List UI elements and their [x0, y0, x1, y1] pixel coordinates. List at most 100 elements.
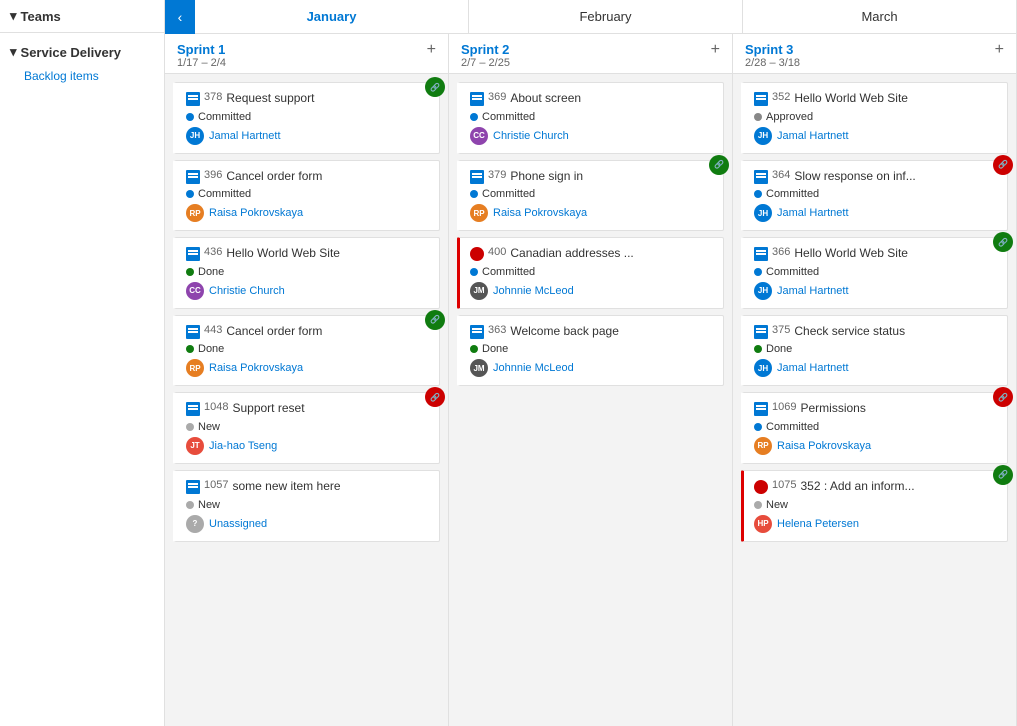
- avatar: RP: [186, 359, 204, 377]
- item-title: Slow response on inf...: [794, 169, 997, 185]
- item-title: Permissions: [800, 401, 997, 417]
- assignee-name: Unassigned: [209, 518, 267, 530]
- avatar: JT: [186, 437, 204, 455]
- story-icon: [186, 402, 200, 416]
- sprint-col-2: Sprint 22/7 – 2/25+ 369About screenCommit…: [449, 34, 733, 726]
- month-march[interactable]: March: [743, 0, 1017, 33]
- sprint-items-3: 352Hello World Web SiteApprovedJHJamal H…: [733, 74, 1016, 726]
- status-text: Committed: [766, 421, 819, 433]
- service-delivery-header[interactable]: ▾ Service Delivery: [0, 39, 164, 65]
- story-icon: [754, 247, 768, 261]
- sidebar: ▾ Teams ▾ Service Delivery Backlog items: [0, 0, 165, 726]
- item-id: 369: [488, 91, 506, 103]
- avatar: JH: [186, 127, 204, 145]
- work-item-card[interactable]: 375Check service statusDoneJHJamal Hartn…: [741, 315, 1008, 387]
- teams-toggle[interactable]: ▾ Teams: [10, 8, 61, 24]
- link-badge: 🔗: [425, 310, 445, 330]
- month-february[interactable]: February: [469, 0, 743, 33]
- item-id: 1075: [772, 479, 796, 491]
- avatar: JH: [754, 359, 772, 377]
- status-text: Done: [198, 266, 224, 278]
- status-dot: [186, 113, 194, 121]
- sprint-add-button-2[interactable]: +: [711, 42, 720, 58]
- sidebar-item-backlog[interactable]: Backlog items: [0, 65, 164, 87]
- sprint-header-2: Sprint 22/7 – 2/25+: [449, 34, 732, 74]
- chevron-down-icon-section: ▾: [10, 44, 17, 60]
- status-text: New: [198, 421, 220, 433]
- sprint-dates-3: 2/28 – 3/18: [745, 57, 800, 69]
- item-id: 363: [488, 324, 506, 336]
- work-item-card[interactable]: 363Welcome back pageDoneJMJohnnie McLeod: [457, 315, 724, 387]
- work-item-card[interactable]: 352Hello World Web SiteApprovedJHJamal H…: [741, 82, 1008, 154]
- status-dot: [754, 190, 762, 198]
- link-badge: 🔗: [993, 155, 1013, 175]
- work-item-card[interactable]: 🔗1048Support resetNewJTJia-hao Tseng: [173, 392, 440, 464]
- status-text: Committed: [766, 266, 819, 278]
- assignee-name: Raisa Pokrovskaya: [777, 440, 871, 452]
- sprint-dates-1: 1/17 – 2/4: [177, 57, 226, 69]
- item-id: 364: [772, 169, 790, 181]
- assignee-name: Jamal Hartnett: [777, 207, 849, 219]
- status-text: Committed: [198, 188, 251, 200]
- item-id: 375: [772, 324, 790, 336]
- teams-label: Teams: [21, 9, 61, 24]
- month-january[interactable]: January: [195, 0, 469, 33]
- item-title: Phone sign in: [510, 169, 713, 185]
- work-item-card[interactable]: 396Cancel order formCommittedRPRaisa Pok…: [173, 160, 440, 232]
- work-item-card[interactable]: 🔗378Request supportCommittedJHJamal Hart…: [173, 82, 440, 154]
- assignee-name: Christie Church: [209, 285, 285, 297]
- avatar: RP: [470, 204, 488, 222]
- status-dot: [470, 113, 478, 121]
- bug-icon: [470, 247, 484, 261]
- work-item-card[interactable]: 🔗379Phone sign inCommittedRPRaisa Pokrov…: [457, 160, 724, 232]
- story-icon: [186, 170, 200, 184]
- work-item-card[interactable]: 🔗364Slow response on inf...CommittedJHJa…: [741, 160, 1008, 232]
- status-dot: [470, 345, 478, 353]
- assignee-name: Raisa Pokrovskaya: [493, 207, 587, 219]
- status-text: Done: [766, 343, 792, 355]
- item-title: Hello World Web Site: [794, 246, 997, 262]
- status-dot: [754, 345, 762, 353]
- status-text: Committed: [766, 188, 819, 200]
- link-badge: 🔗: [425, 77, 445, 97]
- item-id: 396: [204, 169, 222, 181]
- work-item-card[interactable]: 🔗366Hello World Web SiteCommittedJHJamal…: [741, 237, 1008, 309]
- status-text: New: [766, 499, 788, 511]
- avatar: RP: [754, 437, 772, 455]
- bug-icon: [754, 480, 768, 494]
- assignee-name: Jamal Hartnett: [777, 285, 849, 297]
- work-item-card[interactable]: 436Hello World Web SiteDoneCCChristie Ch…: [173, 237, 440, 309]
- item-title: Support reset: [232, 401, 429, 417]
- back-button[interactable]: ‹: [165, 0, 195, 34]
- sprint-add-button-3[interactable]: +: [995, 42, 1004, 58]
- item-id: 443: [204, 324, 222, 336]
- assignee-name: Helena Petersen: [777, 518, 859, 530]
- story-icon: [754, 170, 768, 184]
- avatar: RP: [186, 204, 204, 222]
- status-text: New: [198, 499, 220, 511]
- sprint-header-1: Sprint 11/17 – 2/4+: [165, 34, 448, 74]
- avatar: CC: [470, 127, 488, 145]
- story-icon: [186, 247, 200, 261]
- status-dot: [186, 190, 194, 198]
- link-badge: 🔗: [425, 387, 445, 407]
- work-item-card[interactable]: 🔗1075352 : Add an inform...NewHPHelena P…: [741, 470, 1008, 542]
- sidebar-header: ▾ Teams: [0, 0, 164, 33]
- work-item-card[interactable]: 🔗1069PermissionsCommittedRPRaisa Pokrovs…: [741, 392, 1008, 464]
- item-id: 400: [488, 246, 506, 258]
- work-item-card[interactable]: 369About screenCommittedCCChristie Churc…: [457, 82, 724, 154]
- work-item-card[interactable]: 🔗443Cancel order formDoneRPRaisa Pokrovs…: [173, 315, 440, 387]
- sprint-col-1: Sprint 11/17 – 2/4+🔗378Request supportCo…: [165, 34, 449, 726]
- work-item-card[interactable]: 400Canadian addresses ...CommittedJMJohn…: [457, 237, 724, 309]
- sprint-col-3: Sprint 32/28 – 3/18+352Hello World Web S…: [733, 34, 1017, 726]
- status-text: Approved: [766, 111, 813, 123]
- sprint-title-2: Sprint 2: [461, 42, 510, 57]
- work-item-card[interactable]: 1057some new item hereNew?Unassigned: [173, 470, 440, 542]
- assignee-name: Johnnie McLeod: [493, 362, 574, 374]
- item-id: 1069: [772, 401, 796, 413]
- assignee-name: Jamal Hartnett: [777, 130, 849, 142]
- status-text: Committed: [482, 188, 535, 200]
- item-title: some new item here: [232, 479, 429, 495]
- item-id: 378: [204, 91, 222, 103]
- sprint-add-button-1[interactable]: +: [427, 42, 436, 58]
